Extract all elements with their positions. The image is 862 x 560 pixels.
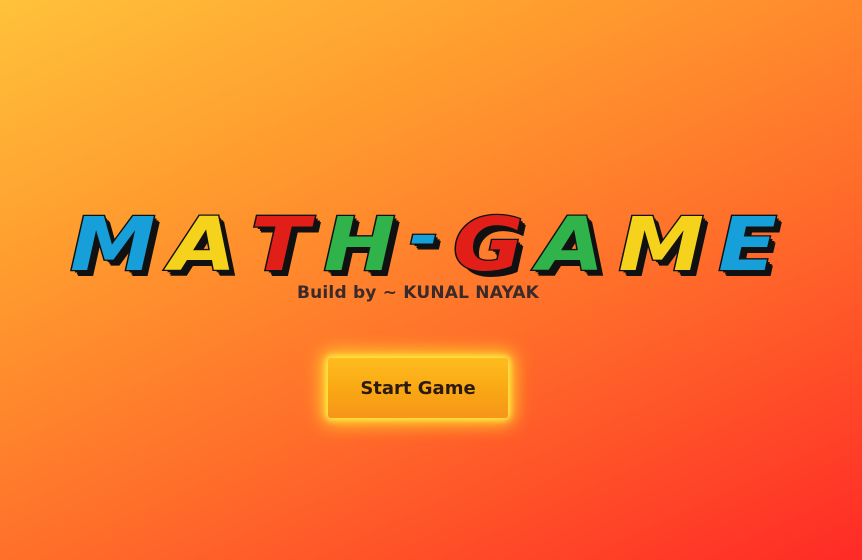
title-letter: H bbox=[322, 202, 397, 289]
title-letter: A bbox=[168, 202, 238, 289]
game-title-logo: M A T H - G A M E bbox=[69, 188, 779, 284]
start-screen: M A T H - G A M E Build by ~ KUNAL NAYAK… bbox=[0, 0, 862, 560]
title-letter: T bbox=[249, 202, 311, 289]
title-letter: - bbox=[408, 200, 440, 272]
title-letter: A bbox=[536, 202, 606, 289]
title-letter: E bbox=[717, 202, 779, 289]
start-game-button[interactable]: Start Game bbox=[328, 358, 508, 418]
title-letter: M bbox=[617, 202, 706, 289]
title-letter: M bbox=[69, 202, 158, 289]
author-byline: Build by ~ KUNAL NAYAK bbox=[296, 283, 540, 303]
title-letter: G bbox=[451, 202, 525, 289]
